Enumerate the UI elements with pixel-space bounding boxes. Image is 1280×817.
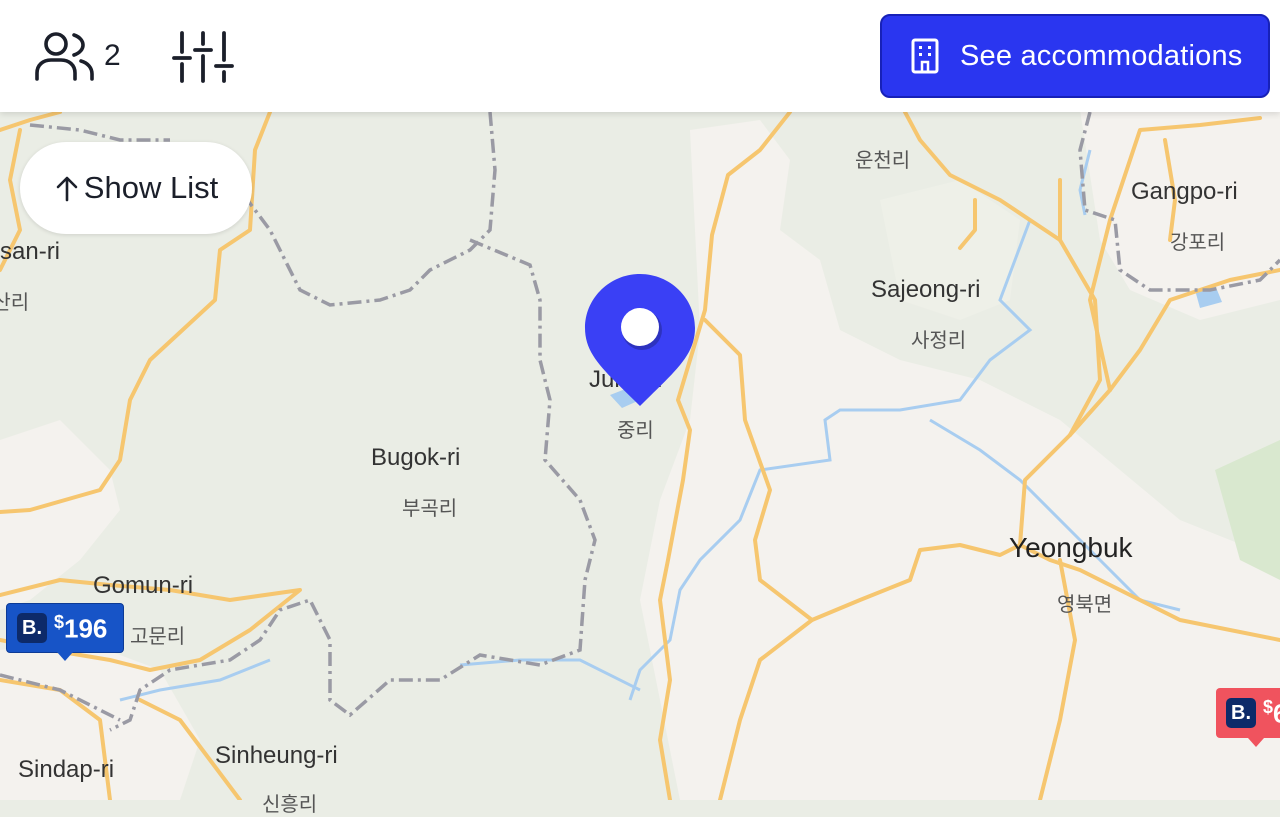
place-label-bugok-ri: Bugok-ri	[371, 444, 461, 471]
place-label-yeongbuk: Yeongbuk	[1009, 532, 1133, 563]
price-marker[interactable]: B. $6	[1216, 688, 1280, 747]
price-amount: $196	[54, 611, 108, 644]
place-hangul-sinheung-ri: 신흥리	[262, 792, 318, 816]
place-label-gomun-ri: Gomun-ri	[93, 572, 194, 599]
top-bar: 2 See accommodations	[0, 0, 1280, 112]
booking-logo-icon: B.	[17, 613, 47, 643]
guest-count: 2	[104, 39, 121, 72]
filters-button[interactable]	[172, 30, 236, 84]
place-hangul-jung-ri: 중리	[617, 418, 654, 442]
sliders-icon	[172, 31, 234, 83]
place-label-sindap-ri: Sindap-ri	[18, 756, 115, 783]
place-hangul-san-ri: 사산리	[0, 290, 30, 314]
place-hangul-gangpo-ri: 강포리	[1170, 230, 1226, 254]
place-label-san-ri: san-ri	[0, 238, 61, 265]
guests-button[interactable]: 2	[34, 30, 121, 82]
place-hangul-gomun-ri: 고문리	[130, 624, 186, 648]
place-hangul-uncheon-ri: 운천리	[855, 148, 911, 172]
users-icon	[35, 32, 94, 81]
place-label-gangpo-ri: Gangpo-ri	[1131, 178, 1238, 205]
place-hangul-sajeong-ri: 사정리	[911, 328, 967, 352]
booking-logo-icon: B.	[1226, 698, 1256, 728]
building-icon	[911, 38, 939, 74]
arrow-up-icon	[56, 176, 78, 202]
place-label-sajeong-ri: Sajeong-ri	[871, 276, 981, 303]
place-hangul-yeongbuk: 영북면	[1057, 592, 1113, 616]
place-hangul-bugok-ri: 부곡리	[402, 496, 458, 520]
see-accommodations-button[interactable]: See accommodations	[880, 14, 1270, 98]
show-list-label: Show List	[83, 170, 219, 205]
price-marker[interactable]: B. $196	[6, 603, 124, 661]
map-pin-icon[interactable]	[584, 272, 696, 412]
place-label-sinheung-ri: Sinheung-ri	[215, 742, 338, 769]
show-list-button[interactable]: Show List	[20, 142, 252, 234]
see-accommodations-label: See accommodations	[960, 39, 1243, 72]
price-amount: $6	[1263, 696, 1280, 729]
